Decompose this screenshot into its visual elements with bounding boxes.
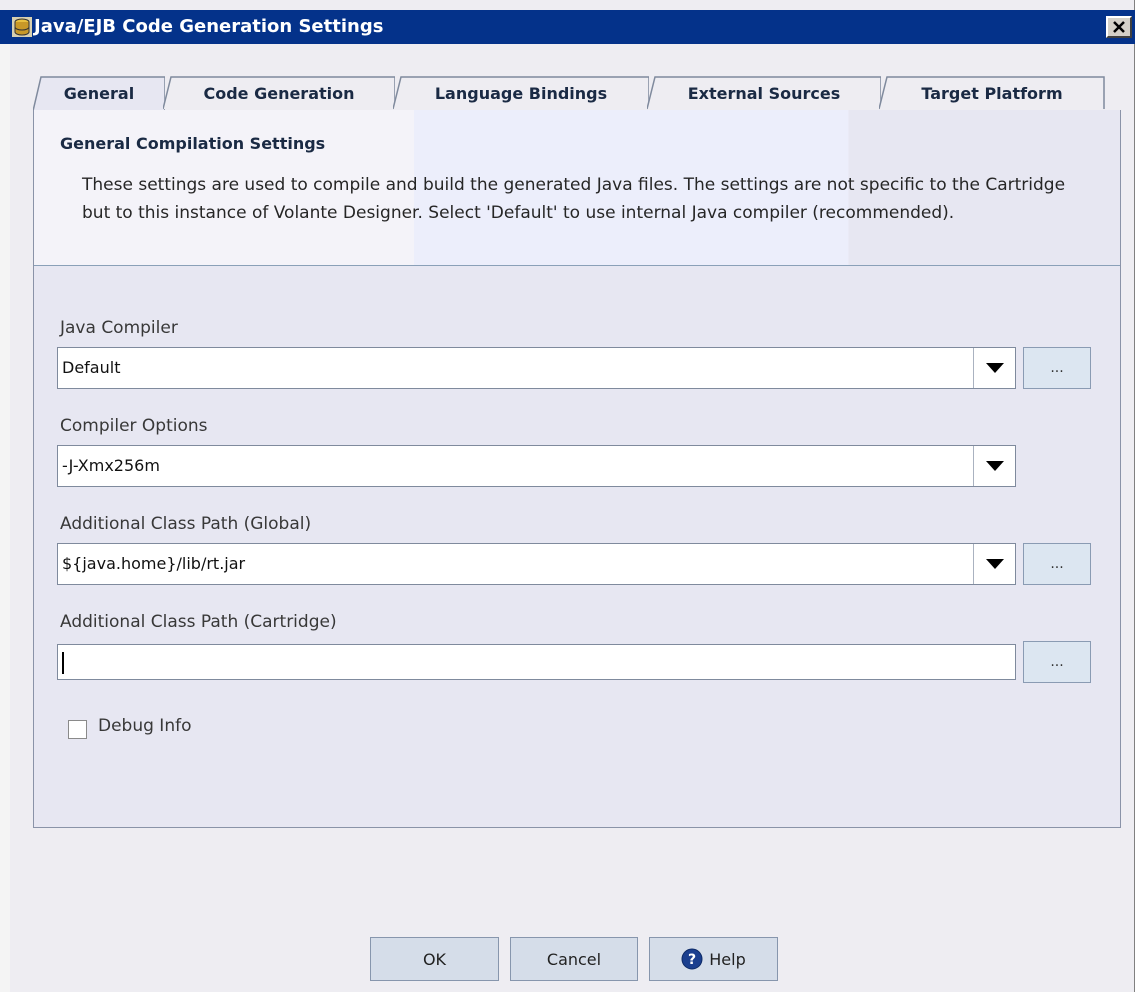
triangle-down-icon bbox=[985, 461, 1004, 471]
dialog-window: Java/EJB Code Generation Settings Genera… bbox=[0, 0, 1135, 992]
class-path-cartridge-label: Additional Class Path (Cartridge) bbox=[60, 612, 337, 632]
ok-button[interactable]: OK bbox=[370, 937, 499, 981]
help-button[interactable]: ? Help bbox=[649, 937, 778, 981]
title-bar[interactable]: Java/EJB Code Generation Settings bbox=[0, 10, 1135, 44]
window-edge bbox=[0, 44, 10, 992]
class-path-global-select[interactable]: ${java.home}/lib/rt.jar bbox=[57, 543, 1016, 585]
database-icon bbox=[12, 17, 32, 37]
debug-info-label[interactable]: Debug Info bbox=[98, 716, 191, 736]
help-icon: ? bbox=[681, 948, 703, 970]
triangle-down-icon bbox=[985, 363, 1004, 373]
tab-general-label: General bbox=[63, 83, 135, 103]
text-caret bbox=[62, 652, 64, 674]
close-icon bbox=[1113, 21, 1125, 33]
tab-language-bindings-label: Language Bindings bbox=[434, 83, 608, 103]
class-path-global-browse-button[interactable]: ... bbox=[1023, 543, 1091, 585]
compiler-options-dropdown-button[interactable] bbox=[973, 446, 1015, 486]
tab-language-bindings[interactable]: Language Bindings bbox=[393, 75, 649, 111]
class-path-global-dropdown-button[interactable] bbox=[973, 544, 1015, 584]
tab-target-platform-label: Target Platform bbox=[921, 83, 1063, 103]
debug-info-checkbox[interactable] bbox=[68, 720, 87, 739]
section-title: General Compilation Settings bbox=[60, 134, 326, 153]
class-path-global-value: ${java.home}/lib/rt.jar bbox=[62, 554, 246, 573]
java-compiler-label: Java Compiler bbox=[60, 318, 178, 338]
class-path-cartridge-browse-button[interactable]: ... bbox=[1023, 641, 1091, 683]
cancel-button[interactable]: Cancel bbox=[510, 937, 638, 981]
compiler-options-value: -J-Xmx256m bbox=[62, 456, 160, 475]
java-compiler-browse-button[interactable]: ... bbox=[1023, 347, 1091, 389]
tab-code-generation[interactable]: Code Generation bbox=[163, 75, 395, 111]
tab-external-sources-label: External Sources bbox=[687, 83, 841, 103]
compiler-options-select[interactable]: -J-Xmx256m bbox=[57, 445, 1016, 487]
class-path-global-label: Additional Class Path (Global) bbox=[60, 514, 312, 534]
section-description: These settings are used to compile and b… bbox=[82, 175, 1066, 223]
tab-code-generation-label: Code Generation bbox=[203, 83, 355, 103]
class-path-cartridge-input[interactable] bbox=[57, 644, 1016, 680]
help-button-label: Help bbox=[709, 949, 746, 969]
tab-general[interactable]: General bbox=[33, 75, 165, 111]
svg-text:?: ? bbox=[688, 952, 696, 968]
close-button[interactable] bbox=[1106, 16, 1132, 38]
panel-header: General Compilation Settings These setti… bbox=[34, 110, 1120, 266]
java-compiler-value: Default bbox=[62, 358, 121, 377]
window-title: Java/EJB Code Generation Settings bbox=[34, 16, 384, 37]
java-compiler-select[interactable]: Default bbox=[57, 347, 1016, 389]
tab-external-sources[interactable]: External Sources bbox=[647, 75, 881, 111]
java-compiler-dropdown-button[interactable] bbox=[973, 348, 1015, 388]
cancel-button-label: Cancel bbox=[546, 949, 602, 969]
ok-button-label: OK bbox=[422, 949, 447, 969]
tab-target-platform[interactable]: Target Platform bbox=[879, 75, 1105, 111]
compiler-options-label: Compiler Options bbox=[60, 416, 208, 436]
triangle-down-icon bbox=[985, 559, 1004, 569]
